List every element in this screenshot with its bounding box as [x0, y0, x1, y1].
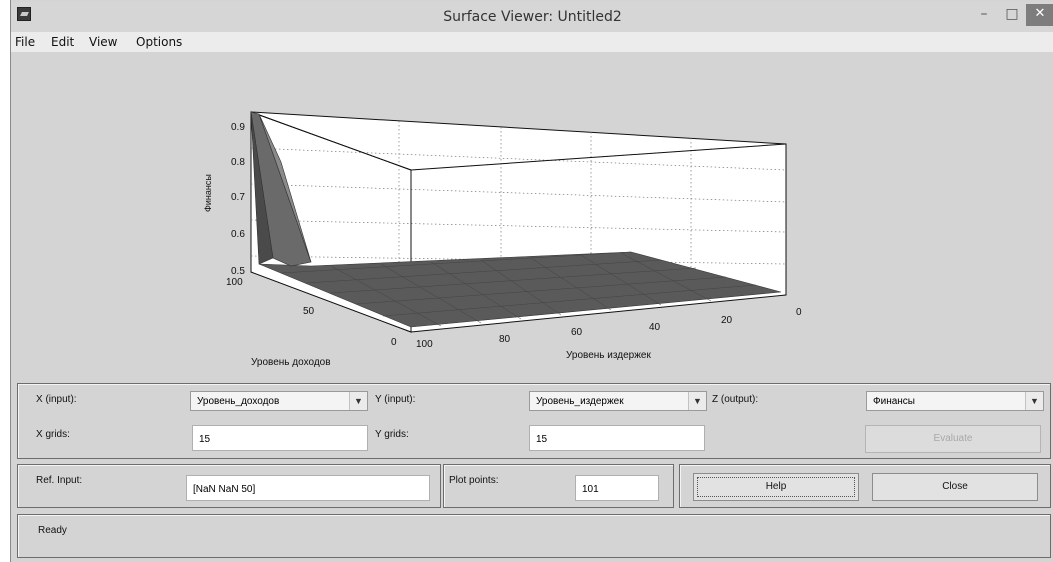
y-tick: 100 [416, 339, 433, 350]
ref-input-field[interactable]: [NaN NaN 50] [186, 475, 430, 501]
close-button[interactable]: Close [872, 473, 1038, 501]
y-grids-label: Y grids: [375, 429, 409, 440]
plot-points-label: Plot points: [449, 475, 499, 486]
y-input-selected: Уровень_издержек [536, 396, 624, 407]
z-tick: 0.5 [231, 266, 245, 277]
minimize-button[interactable]: – [970, 4, 998, 26]
plot-points-field[interactable]: 101 [575, 475, 659, 501]
variable-selection-panel: X (input): Уровень_доходов ▼ Y (input): … [17, 383, 1051, 459]
surface-plot[interactable]: 0.9 0.8 0.7 0.6 0.5 Финансы 100 50 0 Уро… [11, 52, 1053, 370]
maximize-button[interactable]: □ [998, 4, 1026, 26]
x-grids-label: X grids: [36, 429, 70, 440]
status-text: Ready [38, 525, 67, 536]
action-buttons-panel: Help Close [679, 464, 1051, 508]
z-tick: 0.9 [231, 122, 245, 133]
x-tick: 100 [226, 277, 243, 288]
title-bar[interactable]: Surface Viewer: Untitled2 – □ ✕ [11, 2, 1053, 32]
chevron-down-icon[interactable]: ▼ [1025, 392, 1043, 410]
surface-plot-area[interactable]: 0.9 0.8 0.7 0.6 0.5 Финансы 100 50 0 Уро… [11, 52, 1053, 370]
z-output-selected: Финансы [873, 396, 915, 407]
y-tick: 20 [721, 315, 733, 326]
menu-options[interactable]: Options [136, 35, 182, 49]
status-panel: Ready [17, 514, 1051, 558]
y-tick: 0 [796, 307, 802, 318]
ref-input-panel: Ref. Input: [NaN NaN 50] [17, 464, 441, 508]
y-input-label: Y (input): [375, 394, 416, 405]
evaluate-button[interactable]: Evaluate [865, 425, 1041, 453]
y-tick: 40 [649, 322, 661, 333]
x-input-selected: Уровень_доходов [197, 396, 280, 407]
y-axis-label: Уровень издержек [566, 350, 651, 361]
menu-view[interactable]: View [89, 35, 117, 49]
y-input-dropdown[interactable]: Уровень_издержек ▼ [529, 391, 707, 411]
chevron-down-icon[interactable]: ▼ [688, 392, 706, 410]
z-tick: 0.8 [231, 157, 245, 168]
y-tick: 80 [499, 334, 511, 345]
z-output-label: Z (output): [712, 394, 759, 405]
x-axis-label: Уровень доходов [251, 357, 331, 368]
window-close-button[interactable]: ✕ [1026, 4, 1053, 26]
chevron-down-icon[interactable]: ▼ [349, 392, 367, 410]
y-grids-field[interactable]: 15 [529, 425, 705, 451]
ref-input-label: Ref. Input: [36, 475, 83, 486]
z-output-dropdown[interactable]: Финансы ▼ [866, 391, 1044, 411]
z-tick: 0.6 [231, 229, 245, 240]
window-title: Surface Viewer: Untitled2 [443, 9, 622, 25]
menu-file[interactable]: File [15, 35, 35, 49]
menu-bar: File Edit View Options [11, 32, 1053, 52]
z-axis-label: Финансы [203, 174, 213, 212]
z-tick: 0.7 [231, 192, 245, 203]
x-tick: 0 [391, 337, 397, 348]
x-input-label: X (input): [36, 394, 77, 405]
x-grids-field[interactable]: 15 [192, 425, 368, 451]
help-button[interactable]: Help [693, 473, 859, 501]
z-axis-ticks: 0.9 0.8 0.7 0.6 0.5 [231, 122, 245, 277]
y-tick: 60 [571, 327, 583, 338]
plot-points-panel: Plot points: 101 [443, 464, 674, 508]
surface-viewer-window: Surface Viewer: Untitled2 – □ ✕ File Edi… [10, 0, 1053, 562]
x-input-dropdown[interactable]: Уровень_доходов ▼ [190, 391, 368, 411]
menu-edit[interactable]: Edit [51, 35, 74, 49]
x-tick: 50 [303, 306, 315, 317]
